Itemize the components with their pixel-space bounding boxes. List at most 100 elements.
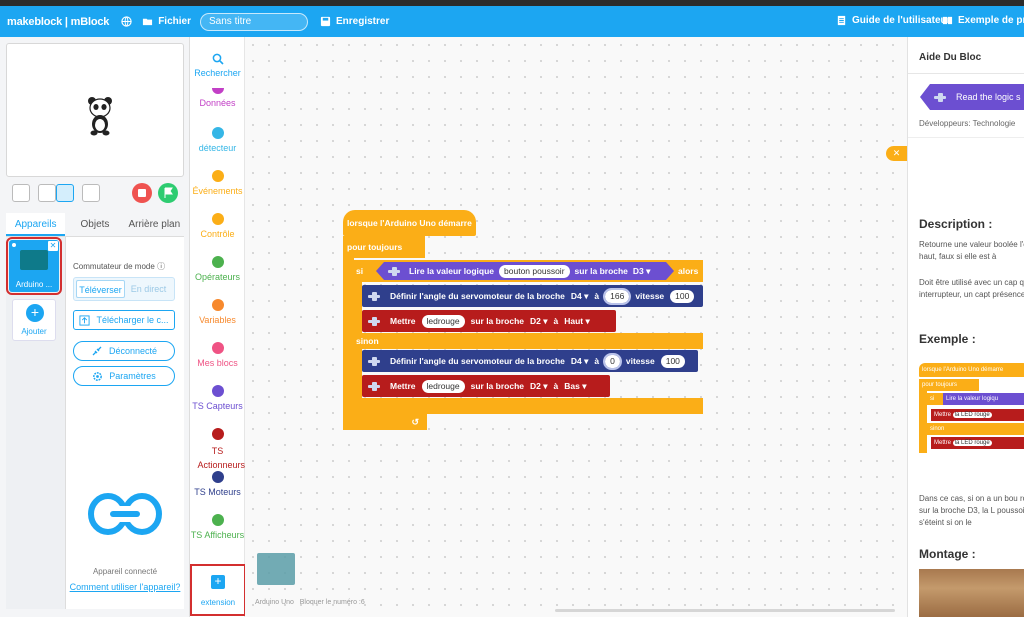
save-icon: [320, 16, 331, 27]
palette-category-mes-blocs[interactable]: Mes blocs: [190, 342, 245, 369]
category-dot-icon: [211, 256, 224, 268]
horizontal-scrollbar[interactable]: [555, 609, 895, 612]
selected-dot: [12, 243, 16, 247]
palette-category-donn-es[interactable]: Données: [190, 88, 245, 109]
save-button[interactable]: Enregistrer: [320, 16, 389, 27]
stage-toolbar: [12, 183, 184, 205]
extension-label: extension: [200, 598, 236, 607]
disconnected-button[interactable]: Déconnecté: [73, 341, 175, 361]
plug-icon: [92, 346, 102, 356]
arduino-sprite-thumbnail[interactable]: [257, 553, 295, 585]
normal-stage-button[interactable]: [56, 184, 74, 202]
settings-button[interactable]: Paramètres: [73, 366, 175, 386]
read-digital-pin-block[interactable]: Lire la valeur logique bouton poussoir s…: [376, 262, 674, 280]
palette-category-d-tecteur[interactable]: détecteur: [190, 127, 245, 154]
close-icon[interactable]: ✕: [48, 241, 58, 251]
mode-live-option[interactable]: En direct: [125, 280, 172, 298]
palette-category-op-rateurs[interactable]: Opérateurs: [190, 256, 245, 283]
brand-logo: makeblock | mBlock: [7, 15, 110, 28]
sensor-dropdown[interactable]: bouton poussoir: [499, 265, 570, 278]
forever-block[interactable]: pour toujours: [343, 236, 425, 258]
developers-label: Développeurs: Technologie: [919, 119, 1016, 128]
document-icon: [837, 15, 846, 26]
mode-upload-option[interactable]: Téléverser: [76, 280, 125, 298]
project-title-input[interactable]: [200, 12, 308, 31]
fullscreen-button[interactable]: [12, 184, 30, 202]
small-stage-button[interactable]: [38, 184, 56, 202]
stage-canvas[interactable]: [6, 43, 184, 177]
tab-background[interactable]: Arrière plan: [125, 213, 184, 236]
palette-category--v-nements[interactable]: Événements: [190, 170, 245, 197]
angle-input[interactable]: 166: [603, 287, 632, 305]
add-label: Ajouter: [21, 327, 47, 336]
extension-button[interactable]: + extension: [190, 564, 246, 616]
help-block-preview: Read the logic s: [920, 84, 1024, 110]
montage-heading: Montage :: [919, 547, 976, 561]
category-dot-icon: [211, 428, 224, 440]
block-palette: Rechercher Données détecteur Événements Con…: [190, 37, 246, 617]
else-label: sinon: [354, 333, 703, 349]
device-card-arduino[interactable]: ✕ Arduino ...: [6, 237, 62, 295]
green-flag-button[interactable]: [158, 183, 178, 203]
device-list: ✕ Arduino ... + Ajouter: [6, 237, 66, 609]
set-led-block-2[interactable]: Mettre ledrouge sur la broche D2 ▾ à Bas…: [362, 375, 610, 397]
examples-link[interactable]: Exemple de prog: [942, 15, 1024, 26]
help-circle-icon: ⓘ: [157, 262, 166, 271]
sensor-icon: [388, 267, 404, 276]
file-menu[interactable]: Fichier: [142, 16, 191, 27]
close-help-button[interactable]: ✕: [886, 146, 907, 161]
speed-input[interactable]: 100: [670, 289, 695, 303]
category-dot-icon: [211, 385, 224, 397]
how-to-use-link[interactable]: Comment utiliser l'appareil?: [66, 580, 184, 594]
sprite-label: Arduino Uno Bloquer le numéro :6: [255, 599, 365, 606]
speed-input[interactable]: 100: [660, 354, 685, 368]
description-text-2: Doit être utilisé avec un cap qu'un inte…: [919, 278, 1024, 299]
set-led-block-1[interactable]: Mettre ledrouge sur la broche D2 ▾ à Hau…: [362, 310, 616, 332]
led-dropdown[interactable]: ledrouge: [421, 314, 465, 328]
forever-loop-arrow-icon: ↺: [343, 414, 427, 430]
example-heading: Exemple :: [919, 332, 976, 346]
palette-category-variables[interactable]: Variables: [190, 299, 245, 326]
category-dot-icon: [211, 170, 224, 182]
when-arduino-starts-block[interactable]: lorsque l'Arduino Uno démarre: [343, 210, 476, 236]
link-icon: [88, 493, 162, 535]
user-guide-label: Guide de l'utilisateur: [852, 15, 951, 26]
grid-stage-button[interactable]: [82, 184, 100, 202]
palette-category-ts-moteurs[interactable]: TS Moteurs: [190, 471, 245, 498]
user-guide-link[interactable]: Guide de l'utilisateur: [836, 15, 951, 26]
description-heading: Description :: [919, 217, 993, 231]
arduino-board-icon: [20, 250, 48, 270]
tab-devices[interactable]: Appareils: [6, 213, 66, 236]
examples-label: Exemple de prog: [958, 15, 1024, 26]
upload-code-button[interactable]: Télécharger le c...: [73, 310, 175, 330]
palette-category-contr-le[interactable]: Contrôle: [190, 213, 245, 240]
state-dropdown[interactable]: Haut ▾: [564, 316, 590, 327]
category-dot-icon: [211, 213, 224, 225]
flag-icon: [164, 187, 173, 198]
top-menu-bar: makeblock | mBlock Fichier Enregistrer G…: [0, 6, 1024, 37]
if-else-block-bottom: [354, 398, 703, 414]
stop-button[interactable]: [132, 183, 152, 203]
servo-angle-block-2[interactable]: Définir l'angle du servomoteur de la bro…: [362, 350, 698, 372]
palette-search[interactable]: Rechercher: [190, 53, 245, 79]
add-extension-icon: +: [211, 575, 225, 589]
device-name: Arduino ...: [15, 280, 53, 289]
tab-sprites[interactable]: Objets: [65, 213, 124, 236]
device-panel: Commutateur de mode ⓘ Téléverser En dire…: [66, 237, 184, 609]
led-dropdown[interactable]: ledrouge: [421, 379, 465, 393]
palette-category-ts-afficheurs[interactable]: TS Afficheurs: [190, 514, 245, 541]
add-device-button[interactable]: + Ajouter: [12, 299, 56, 341]
palette-category-ts-actionneurs[interactable]: TS Actionneurs: [190, 428, 245, 472]
angle-input[interactable]: 0: [603, 352, 622, 370]
save-label: Enregistrer: [336, 16, 390, 27]
state-dropdown[interactable]: Bas ▾: [564, 381, 586, 392]
category-dot-icon: [211, 299, 224, 311]
category-dot-icon: [211, 342, 224, 354]
pin-dropdown[interactable]: D3 ▾: [633, 266, 651, 277]
script-workspace[interactable]: lorsque l'Arduino Uno démarre pour toujo…: [245, 37, 907, 617]
servo-angle-block-1[interactable]: Définir l'angle du servomoteur de la bro…: [362, 285, 703, 307]
palette-category-ts-capteurs[interactable]: TS Capteurs: [190, 385, 245, 412]
language-button[interactable]: [121, 16, 132, 27]
example-image: lorsque l'Arduino Uno démarre pour toujo…: [919, 357, 1024, 453]
mode-switch-label: Commutateur de mode ⓘ: [73, 262, 166, 271]
